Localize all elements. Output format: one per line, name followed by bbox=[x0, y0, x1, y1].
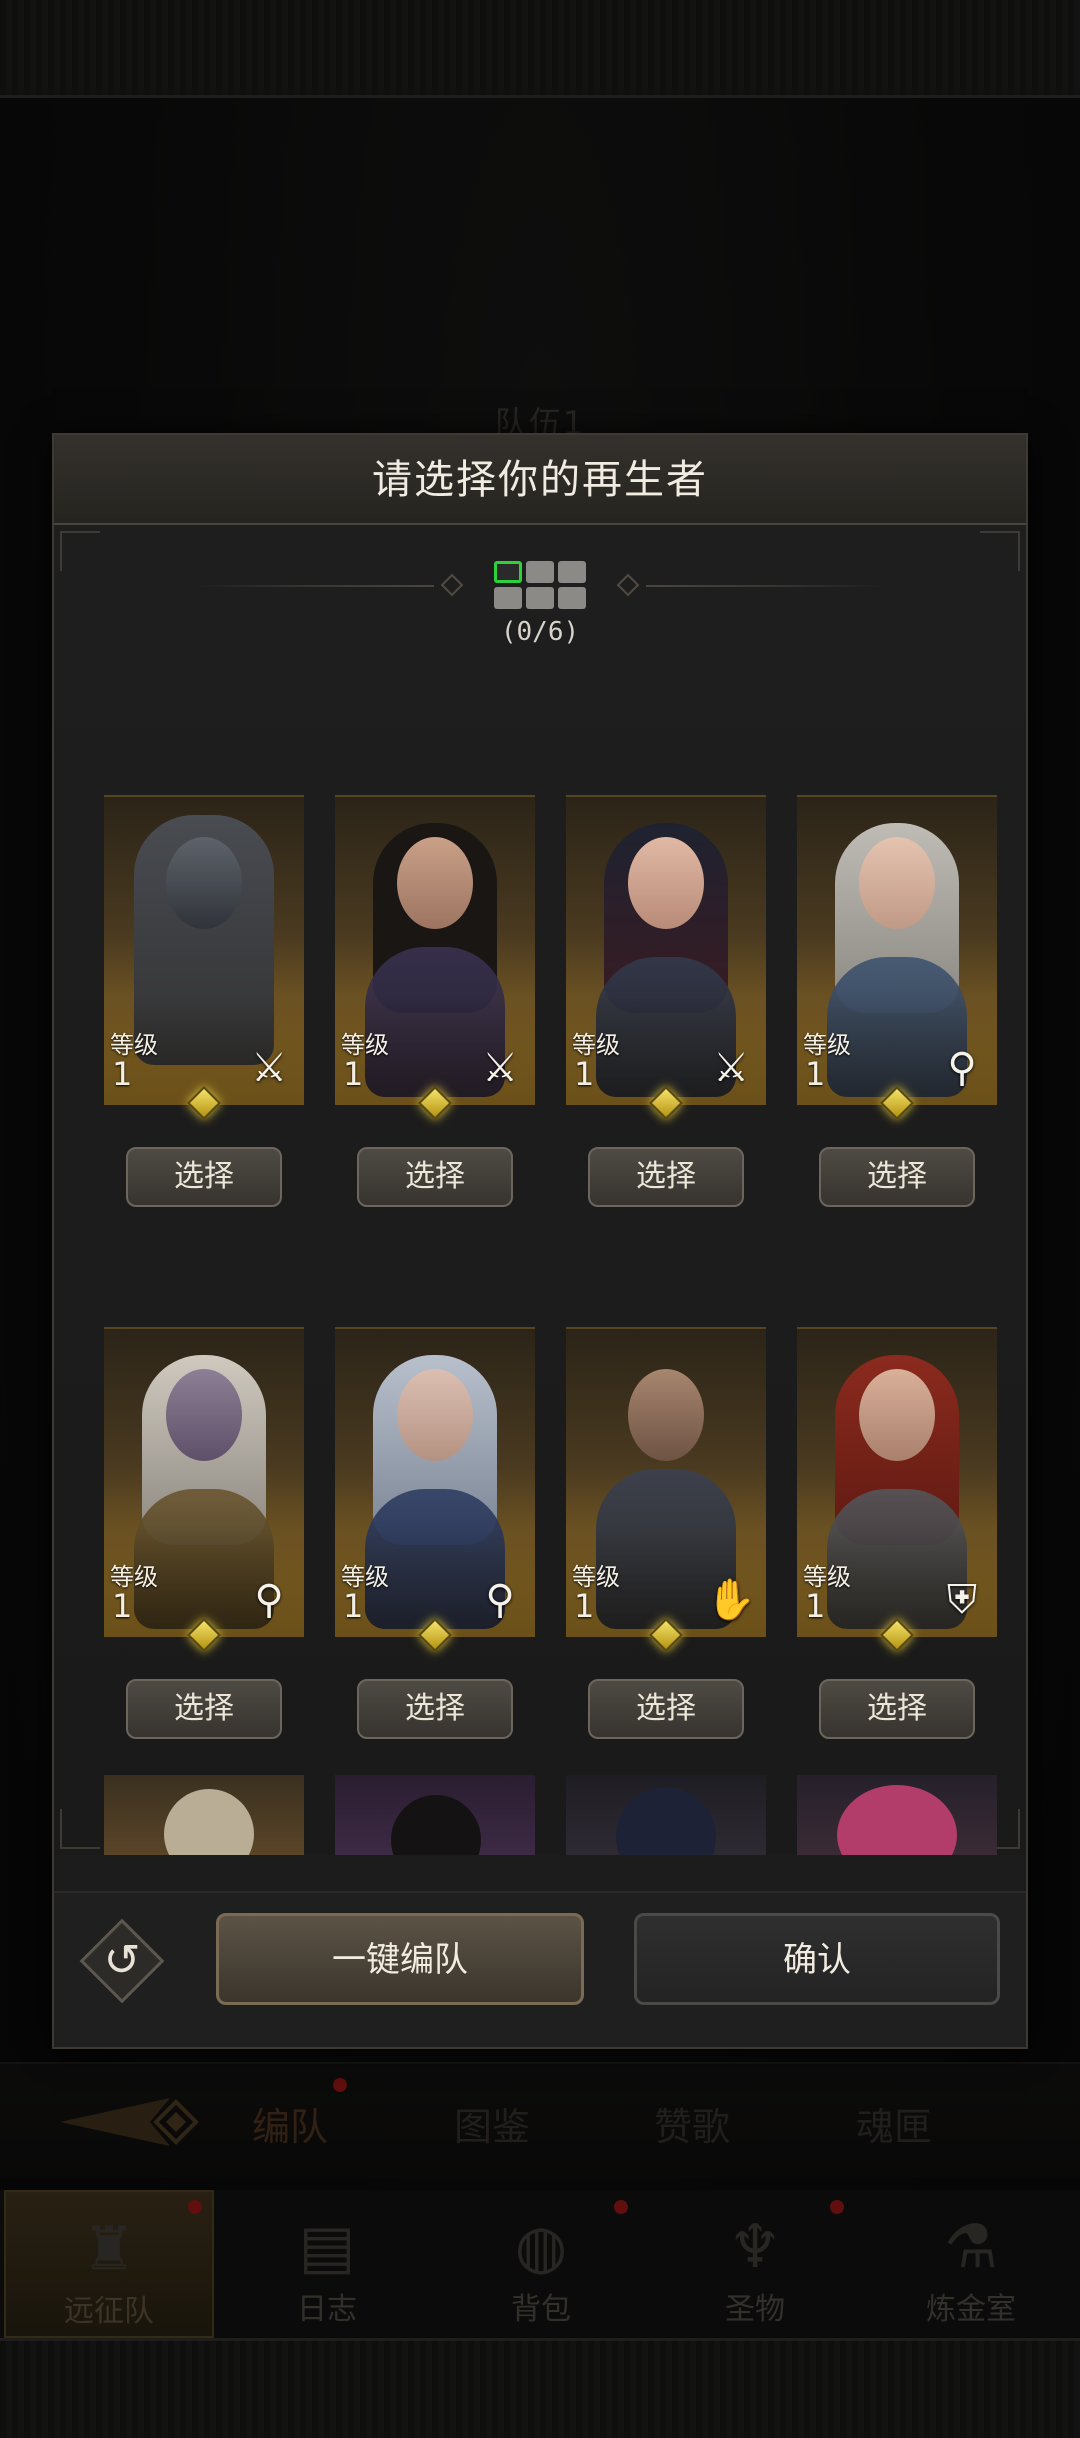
hero-card[interactable]: 等级 1 ⛨ 选择 bbox=[797, 1327, 997, 1739]
hero-card-partial[interactable] bbox=[566, 1775, 766, 1855]
hero-portrait[interactable]: 等级 1 ⚔ bbox=[104, 795, 304, 1105]
hero-portrait[interactable]: 等级 1 ⛨ bbox=[797, 1327, 997, 1637]
hair-figure bbox=[616, 1787, 716, 1855]
select-button[interactable]: 选择 bbox=[357, 1147, 513, 1207]
hero-card-partial[interactable] bbox=[797, 1775, 997, 1855]
confirm-button[interactable]: 确认 bbox=[634, 1913, 1000, 2005]
hero-portrait[interactable]: 等级 1 ⚲ bbox=[797, 795, 997, 1105]
team-slots-indicator bbox=[490, 559, 590, 615]
hero-card[interactable]: 等级 1 ⚲ 选择 bbox=[335, 1327, 535, 1739]
reset-button[interactable]: ↺ bbox=[79, 1918, 165, 2004]
staff-icon: ⚲ bbox=[254, 1577, 284, 1623]
divider-diamond bbox=[440, 573, 464, 597]
corner-ornament bbox=[60, 1809, 100, 1849]
hero-card[interactable]: 等级 1 ⚔ 选择 bbox=[566, 795, 766, 1207]
level-value: 1 bbox=[805, 1587, 826, 1625]
hero-card-partial[interactable] bbox=[104, 1775, 304, 1855]
level-value: 1 bbox=[112, 1587, 133, 1625]
divider-line bbox=[646, 585, 886, 587]
sword-icon: ⚔ bbox=[713, 1045, 749, 1091]
palm-icon: ✋ bbox=[706, 1577, 756, 1623]
team-slot bbox=[494, 587, 522, 609]
face-figure bbox=[397, 837, 473, 929]
corner-ornament bbox=[980, 531, 1020, 571]
hair-figure bbox=[837, 1785, 957, 1855]
hero-card[interactable]: 等级 1 ⚲ 选择 bbox=[104, 1327, 304, 1739]
hero-portrait[interactable]: 等级 1 ⚲ bbox=[104, 1327, 304, 1637]
hair-figure bbox=[391, 1795, 481, 1855]
hair-figure bbox=[164, 1789, 254, 1855]
level-value: 1 bbox=[343, 1587, 364, 1625]
hero-portrait[interactable]: 等级 1 ⚲ bbox=[335, 1327, 535, 1637]
dialog-footer: ↺ 一键编队 确认 bbox=[54, 1891, 1026, 2047]
sword-icon: ⚔ bbox=[251, 1045, 287, 1091]
level-value: 1 bbox=[805, 1055, 826, 1093]
hero-portrait[interactable]: 等级 1 ⚔ bbox=[335, 795, 535, 1105]
level-value: 1 bbox=[574, 1055, 595, 1093]
select-button[interactable]: 选择 bbox=[126, 1147, 282, 1207]
team-slot bbox=[494, 561, 522, 583]
face-figure bbox=[397, 1369, 473, 1461]
sword-icon: ⚔ bbox=[482, 1045, 518, 1091]
hero-card[interactable]: 等级 1 ⚔ 选择 bbox=[104, 795, 304, 1207]
hero-card[interactable]: 等级 1 ⚲ 选择 bbox=[797, 795, 997, 1207]
face-figure bbox=[628, 1369, 704, 1461]
select-button[interactable]: 选择 bbox=[126, 1679, 282, 1739]
dialog-body: (0/6) 等级 1 ⚔ 选择 等级 1 ⚔ 选择 等级 1 ⚔ 选择 等级 1… bbox=[54, 525, 1026, 1855]
select-button[interactable]: 选择 bbox=[588, 1147, 744, 1207]
face-figure bbox=[628, 837, 704, 929]
face-figure bbox=[859, 837, 935, 929]
hero-portrait[interactable]: 等级 1 ⚔ bbox=[566, 795, 766, 1105]
select-button[interactable]: 选择 bbox=[357, 1679, 513, 1739]
select-button[interactable]: 选择 bbox=[819, 1147, 975, 1207]
face-figure bbox=[166, 1369, 242, 1461]
face-figure bbox=[859, 1369, 935, 1461]
hero-card-partial[interactable] bbox=[335, 1775, 535, 1855]
divider-diamond bbox=[616, 573, 640, 597]
hero-select-dialog: 请选择你的再生者 (0/6) 等级 1 ⚔ 选择 等级 1 ⚔ 选择 等级 1 … bbox=[52, 433, 1028, 2049]
team-slot bbox=[526, 561, 554, 583]
corner-ornament bbox=[60, 531, 100, 571]
selected-count: (0/6) bbox=[500, 617, 580, 647]
helmet-figure bbox=[166, 837, 242, 929]
select-button[interactable]: 选择 bbox=[819, 1679, 975, 1739]
undo-icon: ↺ bbox=[103, 1935, 141, 1986]
hero-portrait[interactable]: 等级 1 ✋ bbox=[566, 1327, 766, 1637]
level-value: 1 bbox=[574, 1587, 595, 1625]
team-slot bbox=[526, 587, 554, 609]
auto-team-button[interactable]: 一键编队 bbox=[216, 1913, 584, 2005]
team-slot bbox=[558, 561, 586, 583]
shield-icon: ⛨ bbox=[947, 1577, 977, 1623]
dialog-header: 请选择你的再生者 bbox=[54, 435, 1026, 525]
dialog-title: 请选择你的再生者 bbox=[372, 457, 708, 503]
level-value: 1 bbox=[343, 1055, 364, 1093]
staff-icon: ⚲ bbox=[947, 1045, 977, 1091]
level-value: 1 bbox=[112, 1055, 133, 1093]
staff-icon: ⚲ bbox=[485, 1577, 515, 1623]
team-slot bbox=[558, 587, 586, 609]
divider-line bbox=[194, 585, 434, 587]
select-button[interactable]: 选择 bbox=[588, 1679, 744, 1739]
hero-card[interactable]: 等级 1 ✋ 选择 bbox=[566, 1327, 766, 1739]
hero-card[interactable]: 等级 1 ⚔ 选择 bbox=[335, 795, 535, 1207]
